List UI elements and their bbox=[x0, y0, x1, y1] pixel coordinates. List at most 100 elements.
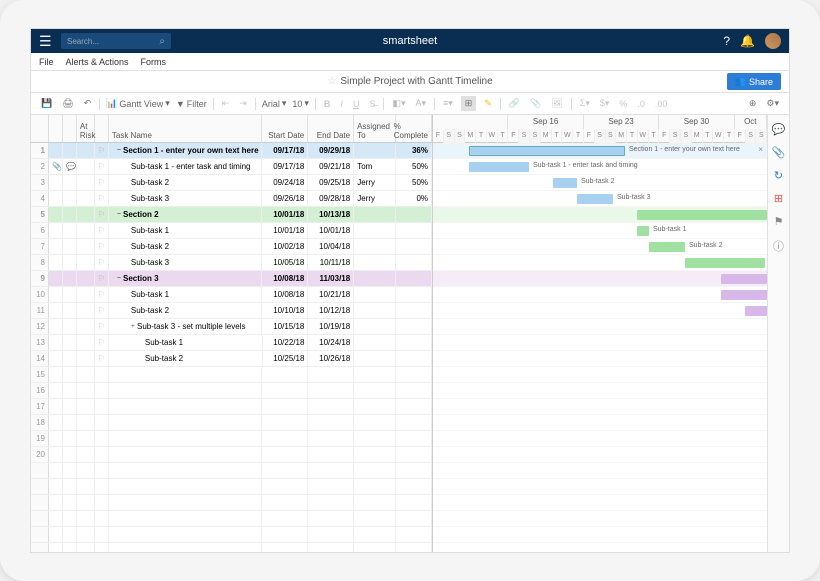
search-input[interactable]: Search...⌕ bbox=[61, 33, 171, 49]
help-icon[interactable]: ? bbox=[723, 34, 730, 48]
percent-icon[interactable]: % bbox=[617, 98, 629, 110]
table-row[interactable]: 6⚐Sub-task 110/01/1810/01/18 bbox=[31, 223, 432, 239]
table-row[interactable] bbox=[31, 463, 432, 479]
table-row[interactable]: 16 bbox=[31, 383, 432, 399]
table-row[interactable]: 10⚐Sub-task 110/08/1810/21/18 bbox=[31, 287, 432, 303]
gantt-bar[interactable] bbox=[721, 274, 767, 284]
sheet-title[interactable]: Simple Project with Gantt Timeline bbox=[340, 76, 492, 87]
gantt-row[interactable] bbox=[433, 415, 767, 431]
decimal2-icon[interactable]: .00 bbox=[653, 98, 670, 110]
proof-icon[interactable]: ⊞ bbox=[774, 192, 783, 205]
table-row[interactable]: 12⚐+Sub-task 3 - set multiple levels10/1… bbox=[31, 319, 432, 335]
gantt-row[interactable] bbox=[433, 527, 767, 543]
collapse-icon[interactable]: − bbox=[117, 275, 121, 282]
table-row[interactable]: 19 bbox=[31, 431, 432, 447]
comments-icon[interactable]: 💬 bbox=[772, 123, 786, 136]
comment-icon[interactable]: 💬 bbox=[66, 162, 76, 171]
bold-icon[interactable]: B bbox=[322, 98, 333, 110]
size-selector[interactable]: 10 ▾ bbox=[292, 98, 309, 109]
gantt-row[interactable]: Sub-task 2 bbox=[433, 175, 767, 191]
avatar[interactable] bbox=[765, 33, 781, 49]
table-row[interactable]: 1⚐−Section 1 - enter your own text here0… bbox=[31, 143, 432, 159]
outdent-icon[interactable]: ⇤ bbox=[220, 97, 232, 110]
gantt-bar[interactable] bbox=[649, 242, 685, 252]
flag-icon[interactable]: ⚐ bbox=[98, 146, 105, 155]
wrap-icon[interactable]: ⊞ bbox=[461, 96, 477, 111]
table-row[interactable]: 20 bbox=[31, 447, 432, 463]
gantt-row[interactable] bbox=[433, 495, 767, 511]
table-row[interactable]: 14⚐Sub-task 210/25/1810/26/18 bbox=[31, 351, 432, 367]
gantt-row[interactable] bbox=[433, 255, 767, 271]
gantt-row[interactable]: Sub-task 1 bbox=[433, 223, 767, 239]
flag-icon[interactable]: ⚐ bbox=[98, 354, 105, 363]
col-task[interactable]: Task Name bbox=[109, 115, 263, 142]
table-row[interactable]: 2📎💬⚐Sub-task 1 - enter task and timing09… bbox=[31, 159, 432, 175]
image-icon[interactable]: 🖼 bbox=[549, 97, 564, 110]
underline-icon[interactable]: U bbox=[351, 98, 362, 110]
print-icon[interactable]: 🖨 bbox=[60, 97, 75, 110]
gantt-row[interactable] bbox=[433, 447, 767, 463]
gantt-bar[interactable] bbox=[637, 210, 767, 220]
collapse-icon[interactable]: − bbox=[117, 211, 121, 218]
gantt-bar[interactable] bbox=[721, 290, 767, 300]
flag-icon[interactable]: ⚐ bbox=[98, 226, 105, 235]
gantt-row[interactable]: Sub-task 1 - enter task and timing bbox=[433, 159, 767, 175]
col-start[interactable]: Start Date bbox=[262, 115, 308, 142]
sum-icon[interactable]: Σ▾ bbox=[578, 97, 592, 110]
flag-icon[interactable]: ⚐ bbox=[98, 178, 105, 187]
strike-icon[interactable]: S̶ bbox=[367, 98, 377, 110]
currency-icon[interactable]: $▾ bbox=[598, 97, 612, 110]
menu-file[interactable]: File bbox=[39, 57, 54, 67]
gantt-row[interactable] bbox=[433, 335, 767, 351]
table-row[interactable] bbox=[31, 495, 432, 511]
zoom-icon[interactable]: ⊕ bbox=[747, 97, 759, 110]
table-row[interactable]: 7⚐Sub-task 210/02/1810/04/18 bbox=[31, 239, 432, 255]
gantt-row[interactable] bbox=[433, 271, 767, 287]
table-row[interactable]: 4⚐Sub-task 309/26/1809/28/18Jerry0% bbox=[31, 191, 432, 207]
share-button[interactable]: 👥 Share bbox=[727, 73, 781, 90]
table-row[interactable]: 18 bbox=[31, 415, 432, 431]
save-icon[interactable]: 💾 bbox=[39, 97, 54, 110]
gantt-bar[interactable] bbox=[685, 258, 765, 268]
gantt-row[interactable]: Sub-task 3 bbox=[433, 191, 767, 207]
link-icon[interactable]: 🔗 bbox=[507, 97, 522, 110]
view-selector[interactable]: 📊 Gantt View ▾ bbox=[106, 98, 170, 109]
settings-icon[interactable]: ⚙▾ bbox=[764, 97, 781, 110]
highlight-icon[interactable]: ✎ bbox=[482, 97, 494, 110]
table-row[interactable]: 13⚐Sub-task 110/22/1810/24/18 bbox=[31, 335, 432, 351]
fill-icon[interactable]: ◧▾ bbox=[390, 97, 407, 110]
gantt-row[interactable] bbox=[433, 207, 767, 223]
table-row[interactable] bbox=[31, 543, 432, 552]
table-row[interactable]: 11⚐Sub-task 210/10/1810/12/18 bbox=[31, 303, 432, 319]
flag-icon[interactable]: ⚐ bbox=[98, 274, 105, 283]
gantt-row[interactable]: Sub-task 2 bbox=[433, 239, 767, 255]
flag-icon[interactable]: ⚐ bbox=[98, 194, 105, 203]
menu-forms[interactable]: Forms bbox=[141, 57, 167, 67]
activity-icon[interactable]: ↻ bbox=[774, 169, 783, 182]
gantt-row[interactable] bbox=[433, 543, 767, 552]
italic-icon[interactable]: I bbox=[338, 98, 345, 110]
close-icon[interactable]: × bbox=[758, 145, 763, 154]
col-assigned[interactable]: Assigned To bbox=[354, 115, 396, 142]
col-pct[interactable]: % Complete bbox=[396, 115, 432, 142]
gantt-row[interactable]: Section 1 - enter your own text here× bbox=[433, 143, 767, 159]
flag-icon[interactable]: ⚐ bbox=[98, 306, 105, 315]
align-icon[interactable]: ≡▾ bbox=[441, 97, 455, 110]
gantt-row[interactable] bbox=[433, 399, 767, 415]
publish-icon[interactable]: ⚑ bbox=[774, 215, 784, 228]
attach-icon[interactable]: 📎 bbox=[52, 162, 62, 171]
gantt-row[interactable] bbox=[433, 479, 767, 495]
info-icon[interactable]: ⓘ bbox=[773, 238, 784, 254]
table-row[interactable]: 9⚐−Section 310/08/1811/03/18 bbox=[31, 271, 432, 287]
menu-alerts[interactable]: Alerts & Actions bbox=[66, 57, 129, 67]
gantt-bar[interactable] bbox=[577, 194, 613, 204]
expand-icon[interactable]: + bbox=[131, 323, 135, 330]
gantt-row[interactable] bbox=[433, 303, 767, 319]
filter-button[interactable]: ▼ Filter bbox=[176, 99, 207, 109]
gantt-row[interactable] bbox=[433, 463, 767, 479]
flag-icon[interactable]: ⚐ bbox=[98, 210, 105, 219]
gantt-bar[interactable] bbox=[469, 162, 529, 172]
collapse-icon[interactable]: − bbox=[117, 147, 121, 154]
gantt-bar[interactable] bbox=[553, 178, 577, 188]
hamburger-icon[interactable]: ☰ bbox=[39, 33, 53, 50]
